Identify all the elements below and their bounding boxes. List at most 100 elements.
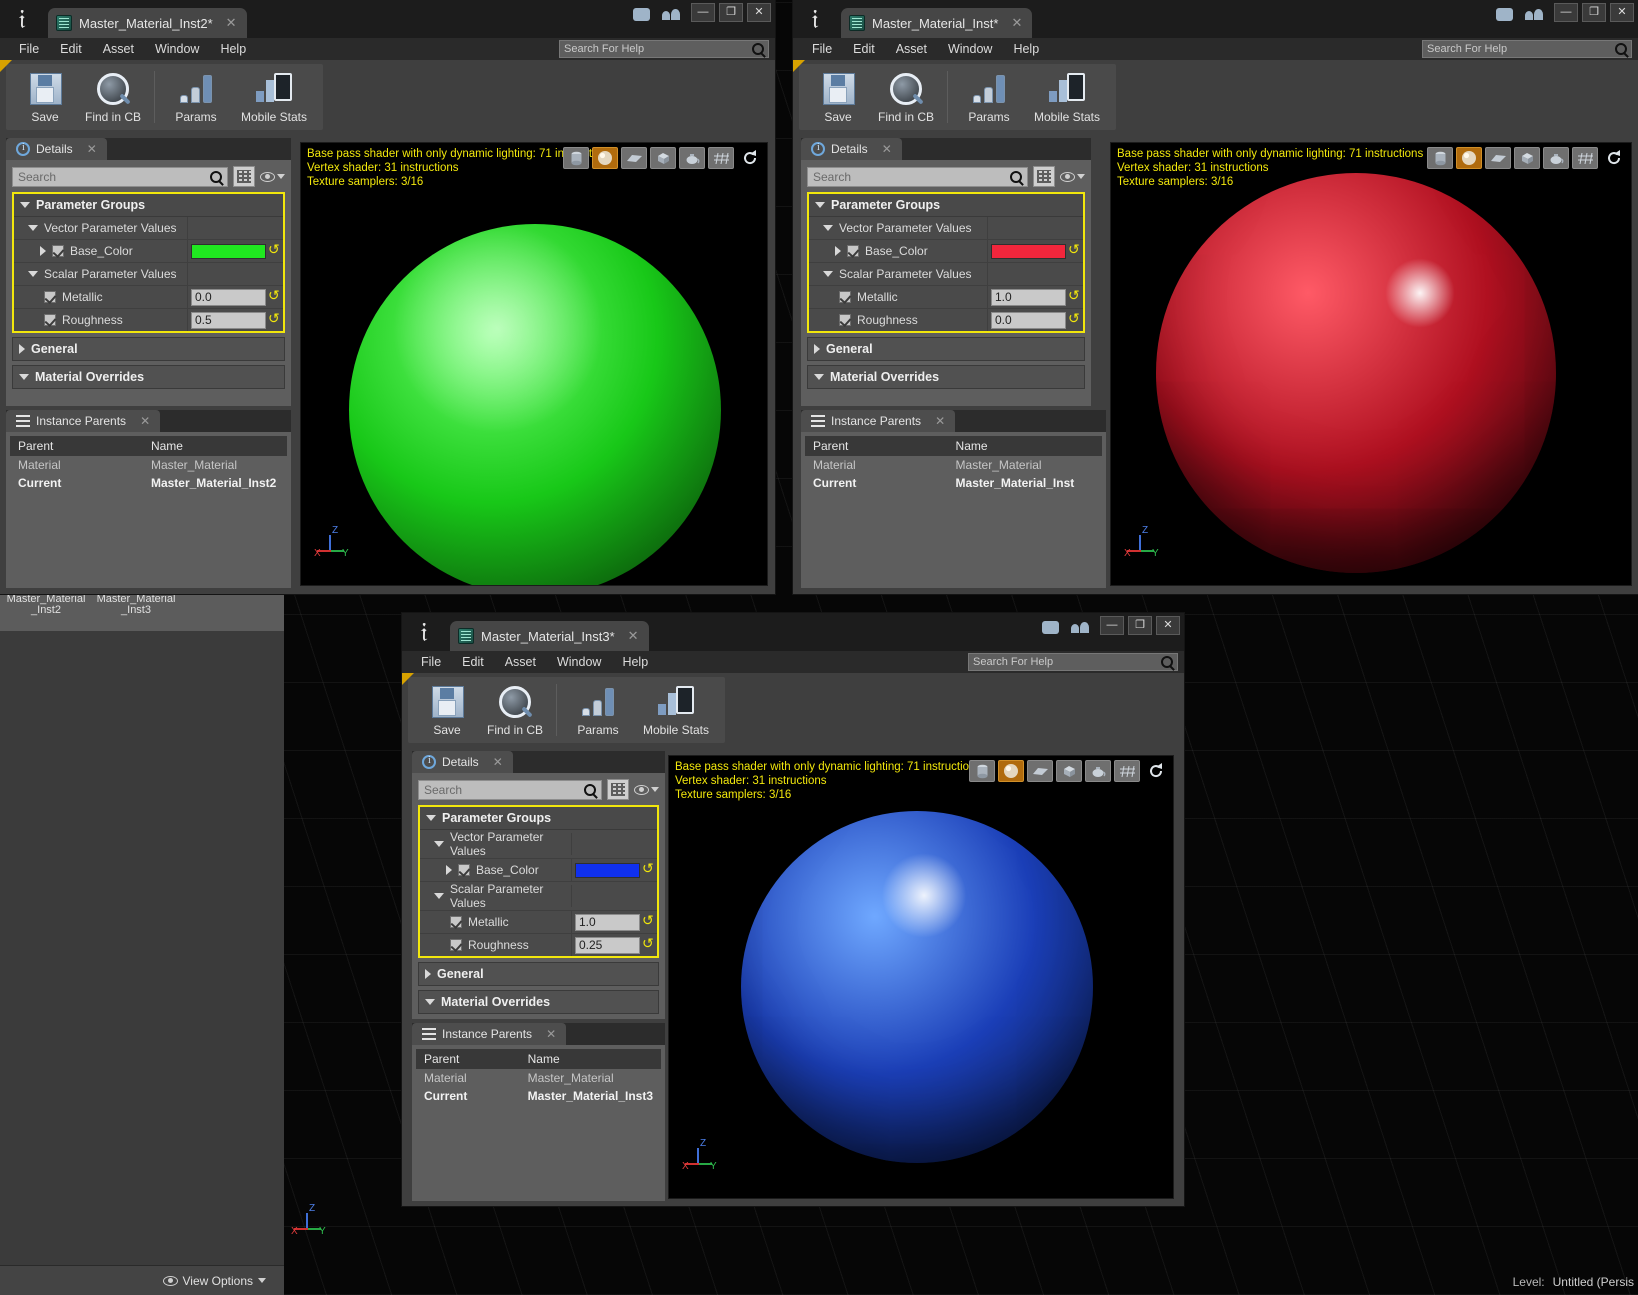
menu-asset[interactable]: Asset — [496, 652, 545, 672]
grid-preview-icon[interactable] — [1572, 147, 1598, 169]
close-icon[interactable]: ✕ — [538, 1027, 556, 1041]
search-input[interactable]: Search — [807, 166, 1028, 187]
expander-icon[interactable] — [19, 344, 25, 354]
search-input[interactable]: Search — [418, 779, 602, 800]
roughness-row[interactable]: Roughness 0.0 — [809, 309, 1083, 331]
close-button[interactable]: ✕ — [1610, 3, 1634, 22]
plane-preview-icon[interactable] — [1027, 760, 1053, 782]
tab-details[interactable]: Details ✕ — [412, 751, 513, 773]
base-color-swatch[interactable] — [991, 243, 1066, 259]
base-color-checkbox[interactable] — [458, 864, 470, 876]
expander-icon[interactable] — [426, 815, 436, 821]
content-browser-asset[interactable]: Master_Material _Inst3 — [94, 591, 178, 631]
expander-icon[interactable] — [814, 344, 820, 354]
save-button[interactable]: Save — [805, 67, 871, 127]
general-section[interactable]: General — [12, 337, 285, 361]
grid-view-button[interactable] — [233, 166, 255, 187]
base-color-row[interactable]: Base_Color — [14, 240, 283, 263]
editor-tab[interactable]: Master_Material_Inst3* ✕ — [450, 621, 649, 651]
table-row[interactable]: Material Master_Material — [416, 1069, 661, 1087]
expander-icon[interactable] — [425, 969, 431, 979]
base-color-checkbox[interactable] — [52, 245, 64, 257]
expander-icon[interactable] — [814, 374, 824, 380]
maximize-button[interactable]: ❐ — [1582, 3, 1606, 22]
details-tabstrip[interactable]: Details ✕ — [6, 138, 291, 160]
teapot-preview-icon[interactable] — [679, 147, 705, 169]
menubar[interactable]: File Edit Asset Window Help Search For H… — [0, 38, 775, 60]
minimize-button[interactable]: — — [1554, 3, 1578, 22]
menubar[interactable]: File Edit Asset Window Help Search For H… — [402, 651, 1184, 673]
tab-details[interactable]: Details ✕ — [801, 138, 902, 160]
titlebar-social-icons[interactable] — [1496, 8, 1543, 22]
feedback-icon[interactable] — [1496, 8, 1513, 21]
menu-window[interactable]: Window — [146, 39, 208, 59]
roughness-input[interactable]: 0.0 — [991, 311, 1066, 329]
save-button[interactable]: Save — [12, 67, 78, 127]
roughness-checkbox[interactable] — [839, 314, 851, 326]
instance-parents-tabstrip[interactable]: Instance Parents ✕ — [412, 1023, 665, 1045]
minimize-button[interactable]: — — [691, 3, 715, 22]
visibility-filter-button[interactable] — [1060, 171, 1085, 182]
window-controls[interactable]: — ❐ ✕ — [1100, 616, 1180, 635]
revert-icon[interactable] — [642, 912, 654, 929]
scalar-parameter-values-row[interactable]: Scalar Parameter Values — [14, 263, 283, 286]
find-in-cb-button[interactable]: Find in CB — [873, 67, 939, 127]
close-icon[interactable]: ✕ — [927, 414, 945, 428]
preview-shape-toolbar[interactable] — [969, 760, 1169, 782]
metallic-row[interactable]: Metallic 1.0 — [420, 911, 657, 934]
menu-file[interactable]: File — [412, 652, 450, 672]
titlebar[interactable]: 𝔦 Master_Material_Inst* ✕ — ❐ ✕ — [793, 0, 1638, 38]
expander-icon[interactable] — [20, 202, 30, 208]
visibility-filter-button[interactable] — [260, 171, 285, 182]
editor-tab[interactable]: Master_Material_Inst* ✕ — [841, 8, 1033, 38]
base-color-swatch[interactable] — [191, 243, 266, 259]
tab-instance-parents[interactable]: Instance Parents ✕ — [801, 410, 956, 432]
menu-help[interactable]: Help — [1004, 39, 1048, 59]
cylinder-preview-icon[interactable] — [969, 760, 995, 782]
material-preview-viewport[interactable]: Base pass shader with only dynamic light… — [300, 142, 768, 586]
params-button[interactable]: Params — [565, 680, 631, 740]
expander-icon[interactable] — [434, 841, 444, 847]
titlebar[interactable]: 𝔦 Master_Material_Inst3* ✕ — ❐ ✕ — [402, 613, 1184, 651]
grid-preview-icon[interactable] — [1114, 760, 1140, 782]
mobile-stats-button[interactable]: Mobile Stats — [1024, 67, 1110, 127]
reset-preview-icon[interactable] — [737, 147, 763, 169]
reset-preview-icon[interactable] — [1601, 147, 1627, 169]
material-overrides-section[interactable]: Material Overrides — [12, 365, 285, 389]
base-color-checkbox[interactable] — [847, 245, 859, 257]
help-search-input[interactable]: Search For Help — [1422, 40, 1632, 58]
menu-edit[interactable]: Edit — [453, 652, 493, 672]
plane-preview-icon[interactable] — [1485, 147, 1511, 169]
details-tabstrip[interactable]: Details ✕ — [801, 138, 1091, 160]
close-icon[interactable]: ✕ — [485, 755, 503, 769]
window-controls[interactable]: — ❐ ✕ — [691, 3, 771, 22]
instance-parents-tabstrip[interactable]: Instance Parents ✕ — [801, 410, 1106, 432]
help-search-input[interactable]: Search For Help — [559, 40, 769, 58]
menu-window[interactable]: Window — [548, 652, 610, 672]
menubar[interactable]: File Edit Asset Window Help Search For H… — [793, 38, 1638, 60]
find-in-cb-button[interactable]: Find in CB — [80, 67, 146, 127]
community-icon[interactable] — [1525, 8, 1543, 22]
menu-file[interactable]: File — [10, 39, 48, 59]
material-overrides-section[interactable]: Material Overrides — [418, 990, 659, 1014]
base-color-row[interactable]: Base_Color — [420, 859, 657, 882]
material-instance-editor-window-green[interactable]: 𝔦 Master_Material_Inst2* ✕ — ❐ ✕ File Ed… — [0, 0, 775, 594]
find-in-cb-button[interactable]: Find in CB — [482, 680, 548, 740]
tab-instance-parents[interactable]: Instance Parents ✕ — [412, 1023, 567, 1045]
cylinder-preview-icon[interactable] — [563, 147, 589, 169]
revert-icon[interactable] — [1068, 241, 1080, 258]
cube-preview-icon[interactable] — [650, 147, 676, 169]
close-icon[interactable]: ✕ — [622, 628, 639, 644]
expander-icon[interactable] — [425, 999, 435, 1005]
expander-icon[interactable] — [19, 374, 29, 380]
metallic-input[interactable]: 1.0 — [575, 913, 640, 931]
params-button[interactable]: Params — [956, 67, 1022, 127]
cube-preview-icon[interactable] — [1514, 147, 1540, 169]
close-button[interactable]: ✕ — [747, 3, 771, 22]
menu-asset[interactable]: Asset — [887, 39, 936, 59]
table-row[interactable]: Material Master_Material — [10, 456, 287, 474]
reset-preview-icon[interactable] — [1143, 760, 1169, 782]
cube-preview-icon[interactable] — [1056, 760, 1082, 782]
revert-icon[interactable] — [268, 310, 280, 327]
menu-asset[interactable]: Asset — [94, 39, 143, 59]
